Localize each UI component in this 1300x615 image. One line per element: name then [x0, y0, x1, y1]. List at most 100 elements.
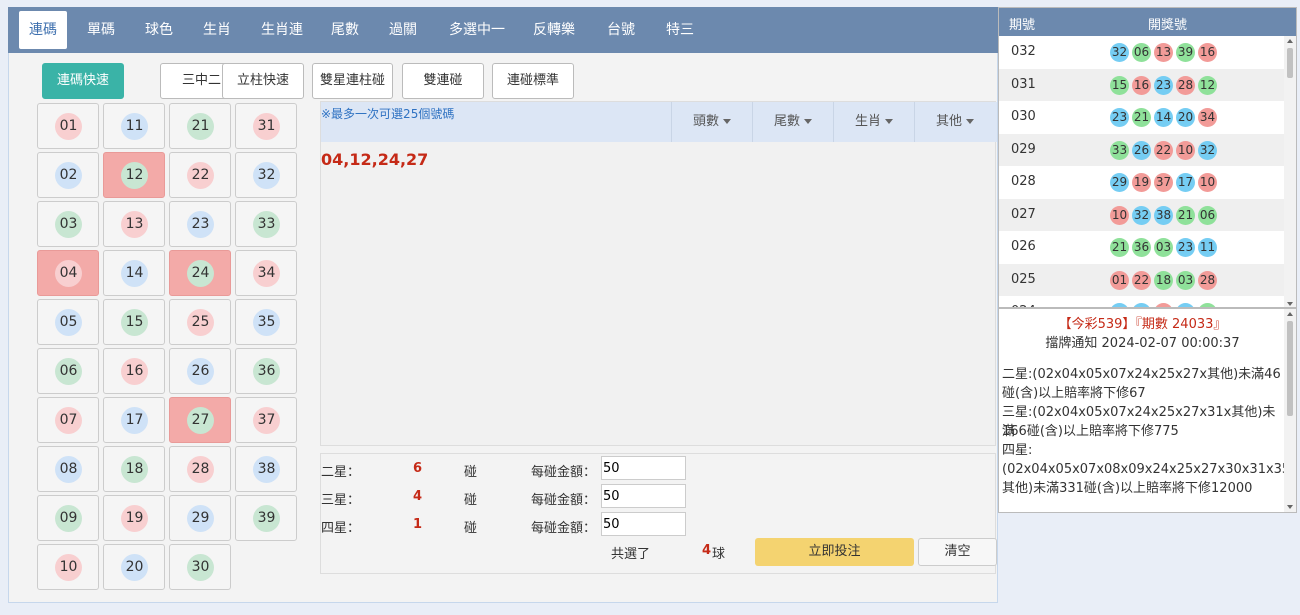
number-cell[interactable]: 06 — [37, 348, 99, 394]
number-cell[interactable]: 01 — [37, 103, 99, 149]
scroll-thumb[interactable] — [1287, 321, 1293, 416]
scroll-up-icon[interactable] — [1287, 39, 1293, 43]
number-cell[interactable]: 34 — [235, 250, 297, 296]
result-ball: 18 — [1154, 270, 1173, 290]
number-cell[interactable]: 37 — [235, 397, 297, 443]
scroll-thumb[interactable] — [1287, 48, 1293, 78]
result-period: 026 — [1011, 239, 1036, 254]
number-cell[interactable]: 14 — [103, 250, 165, 296]
tab-9[interactable]: 反轉樂 — [526, 11, 582, 49]
tab-7[interactable]: 過關 — [380, 11, 426, 49]
result-row: 027 10 32 38 21 06 — [999, 198, 1286, 231]
results-scrollbar[interactable] — [1284, 36, 1296, 307]
number-cell[interactable]: 32 — [235, 152, 297, 198]
number-cell[interactable]: 03 — [37, 201, 99, 247]
result-ball: 26 — [1132, 140, 1151, 160]
clear-button[interactable]: 清空 — [918, 538, 997, 566]
number-cell[interactable]: 23 — [169, 201, 231, 247]
amount-input[interactable] — [601, 456, 686, 480]
number-ball: 09 — [55, 505, 82, 532]
tab-11[interactable]: 特三 — [654, 11, 706, 49]
tab-4[interactable]: 生肖 — [194, 11, 240, 49]
number-cell[interactable]: 09 — [37, 495, 99, 541]
number-ball: 30 — [187, 554, 214, 581]
number-cell[interactable]: 38 — [235, 446, 297, 492]
result-ball: 01 — [1110, 270, 1129, 290]
result-ball: 06 — [1198, 205, 1217, 225]
result-ball: 10 — [1176, 140, 1195, 160]
number-ball: 38 — [253, 456, 280, 483]
number-cell[interactable]: 04 — [37, 250, 99, 296]
filter-dropdown[interactable]: 頭數 — [671, 102, 752, 142]
number-cell[interactable]: 30 — [169, 544, 231, 590]
lottery-app: 連碼 單碼 球色 生肖 生肖連 尾數 過關 多選中一 反轉樂 台號 特三 連碼快速 三中二 立柱快速 雙星… — [0, 0, 1300, 615]
number-cell[interactable]: 22 — [169, 152, 231, 198]
number-cell[interactable]: 11 — [103, 103, 165, 149]
tab-8[interactable]: 多選中一 — [440, 11, 514, 49]
filter-dropdown[interactable]: 其他 — [914, 102, 995, 142]
number-ball: 06 — [55, 358, 82, 385]
tab-3[interactable]: 球色 — [136, 11, 182, 49]
number-cell[interactable]: 36 — [235, 348, 297, 394]
number-cell[interactable]: 39 — [235, 495, 297, 541]
amount-input[interactable] — [601, 484, 686, 508]
number-cell[interactable]: 17 — [103, 397, 165, 443]
number-cell[interactable]: 19 — [103, 495, 165, 541]
result-row: 025 01 22 18 03 28 — [999, 263, 1286, 296]
number-cell[interactable]: 07 — [37, 397, 99, 443]
submit-bet-button[interactable]: 立即投注 — [755, 538, 914, 566]
number-cell[interactable]: 33 — [235, 201, 297, 247]
caret-down-icon — [723, 119, 731, 124]
notice-line: 其他)未滿331碰(含)以上賠率將下修12000 — [1002, 481, 1253, 496]
number-ball: 14 — [121, 260, 148, 287]
number-cell[interactable]: 02 — [37, 152, 99, 198]
amount-input[interactable] — [601, 512, 686, 536]
subtab-4[interactable]: 雙星連柱碰 — [312, 63, 393, 99]
tab-6[interactable]: 尾數 — [322, 11, 368, 49]
number-cell[interactable]: 08 — [37, 446, 99, 492]
number-cell[interactable]: 12 — [103, 152, 165, 198]
number-cell[interactable]: 24 — [169, 250, 231, 296]
number-cell[interactable]: 21 — [169, 103, 231, 149]
subtab-1[interactable]: 連碼快速 — [42, 63, 124, 99]
tab-10[interactable]: 台號 — [594, 11, 648, 49]
tab-1[interactable]: 連碼 — [19, 11, 67, 49]
number-cell[interactable]: 35 — [235, 299, 297, 345]
result-row: 030 23 21 14 20 34 — [999, 101, 1286, 133]
number-cell[interactable]: 13 — [103, 201, 165, 247]
notice-title: 【今彩539】『期數 24033』 — [1058, 317, 1227, 332]
number-cell[interactable]: 05 — [37, 299, 99, 345]
filter-dropdown[interactable]: 生肖 — [833, 102, 914, 142]
number-cell[interactable]: 25 — [169, 299, 231, 345]
filter-label: 頭數 — [692, 114, 719, 129]
notice-scrollbar[interactable] — [1284, 309, 1296, 512]
subtab-5[interactable]: 雙連碰 — [402, 63, 484, 99]
result-ball: 32 — [1132, 205, 1151, 225]
result-ball: 03 — [1154, 238, 1173, 257]
number-cell[interactable]: 20 — [103, 544, 165, 590]
number-ball: 34 — [253, 260, 280, 287]
result-ball: 39 — [1176, 43, 1195, 62]
scroll-up-icon[interactable] — [1287, 312, 1293, 316]
number-cell[interactable]: 31 — [235, 103, 297, 149]
tab-5[interactable]: 生肖連 — [252, 11, 312, 49]
result-ball: 12 — [1198, 75, 1217, 95]
number-cell[interactable]: 15 — [103, 299, 165, 345]
subtab-3[interactable]: 立柱快速 — [222, 63, 304, 99]
number-cell[interactable]: 18 — [103, 446, 165, 492]
subtab-6[interactable]: 連碰標準 — [492, 63, 574, 99]
scroll-down-icon[interactable] — [1287, 505, 1293, 509]
tab-2[interactable]: 單碼 — [78, 11, 124, 49]
filter-dropdown[interactable]: 尾數 — [752, 102, 833, 142]
numbers-header: 開獎號 — [1148, 18, 1188, 33]
number-cell[interactable]: 10 — [37, 544, 99, 590]
number-cell[interactable]: 28 — [169, 446, 231, 492]
amount-label: 每碰金額： — [531, 465, 597, 480]
number-cell[interactable]: 29 — [169, 495, 231, 541]
number-cell[interactable]: 26 — [169, 348, 231, 394]
number-cell[interactable]: 16 — [103, 348, 165, 394]
bet-label: 三星： — [321, 493, 361, 508]
scroll-down-icon[interactable] — [1287, 302, 1293, 306]
number-cell[interactable]: 27 — [169, 397, 231, 443]
filter-label: 尾數 — [773, 114, 800, 129]
